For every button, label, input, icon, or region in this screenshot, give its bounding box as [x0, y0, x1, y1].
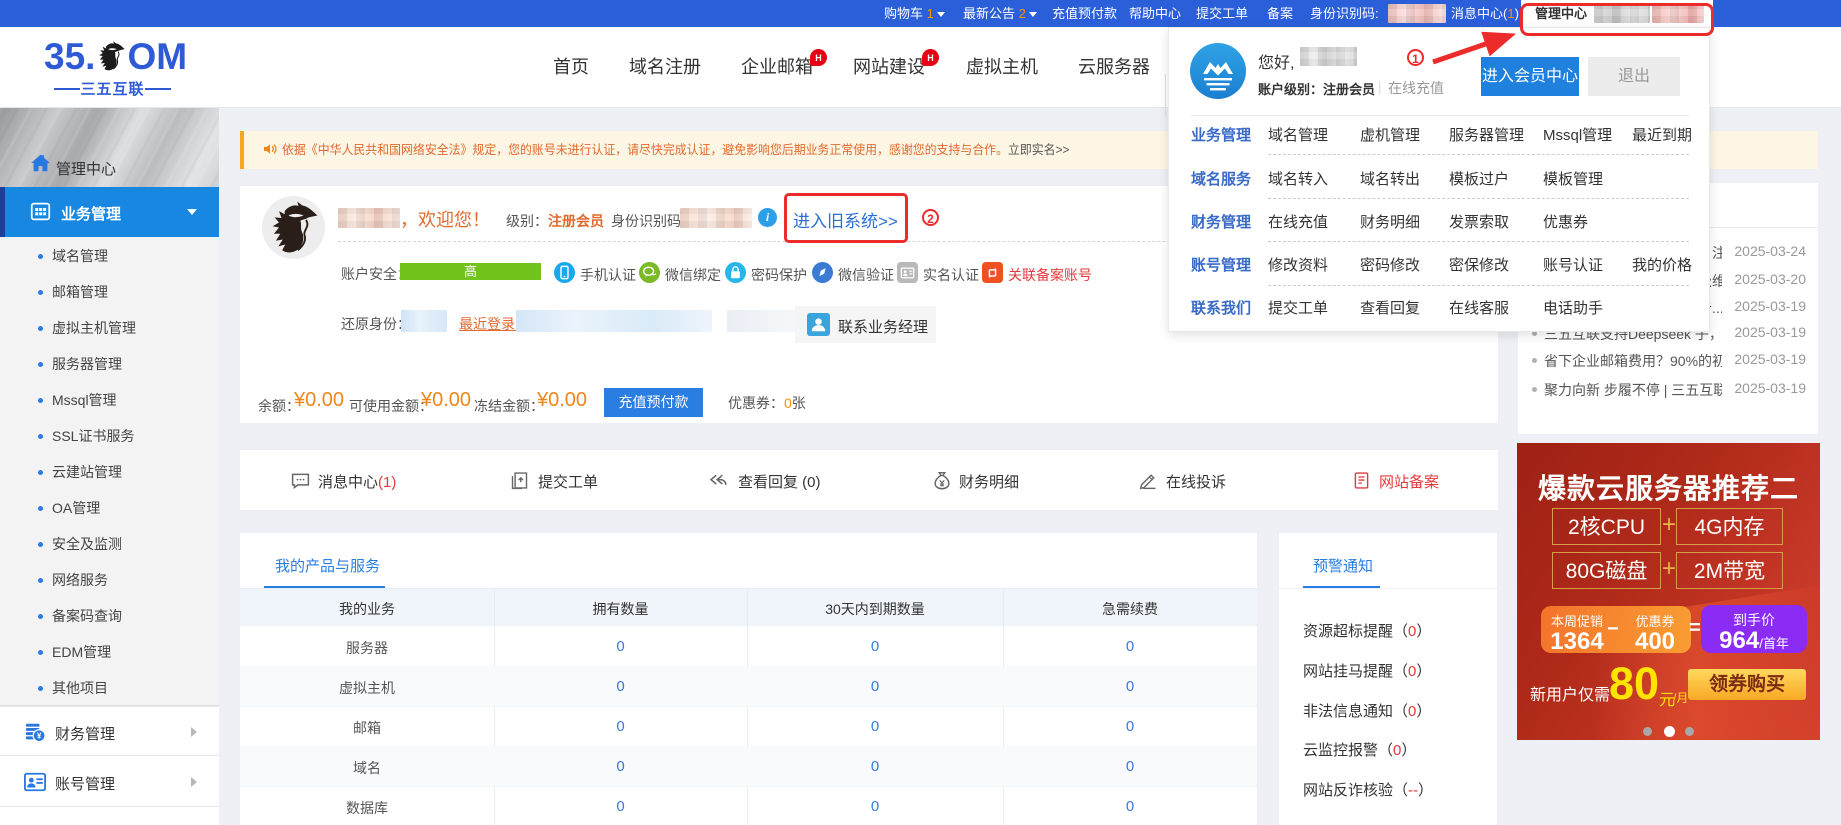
svg-text:¥: ¥ — [37, 732, 42, 741]
